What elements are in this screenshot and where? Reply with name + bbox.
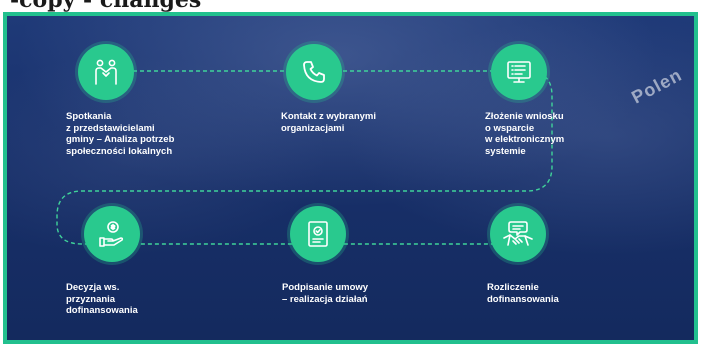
money-hand-icon bbox=[97, 219, 127, 249]
step-1-node bbox=[78, 44, 134, 100]
phone-icon bbox=[300, 58, 328, 86]
step-5-label: Podpisanie umowy – realizacja działań bbox=[282, 282, 369, 305]
step-5-node bbox=[290, 206, 346, 262]
step-4-label: Decyzja ws. przyznania dofinansowania bbox=[66, 282, 138, 316]
step-6-node bbox=[490, 206, 546, 262]
step-3-node bbox=[491, 44, 547, 100]
step-3-label: Złożenie wniosku o wsparcie w elektronic… bbox=[485, 111, 565, 157]
step-2-node bbox=[286, 44, 342, 100]
signed-document-icon bbox=[304, 219, 332, 249]
process-infographic: Polen Spotkania z przedstawicielami gmin… bbox=[3, 12, 698, 344]
step-4-node bbox=[84, 206, 140, 262]
handshake-people-icon bbox=[91, 57, 121, 87]
application-form-icon bbox=[504, 57, 534, 87]
step-1-label: Spotkania z przedstawicielami gminy – An… bbox=[66, 111, 175, 157]
step-2-label: Kontakt z wybranymi organizacjami bbox=[281, 111, 377, 134]
step-6-label: Rozliczenie dofinansowania bbox=[487, 282, 559, 305]
handshake-chat-icon bbox=[502, 219, 534, 249]
